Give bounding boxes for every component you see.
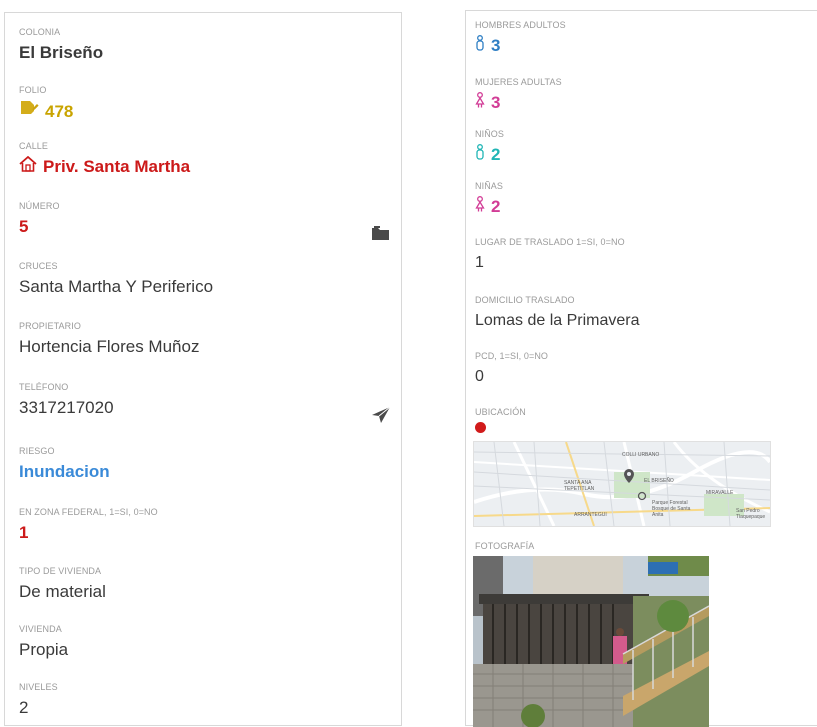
field-value: 478 [45,102,74,121]
field-label: RIESGO [19,446,55,456]
map-label: MIRAVALLE [706,490,734,496]
field-value: 3317217020 [19,398,114,417]
property-details-card: COLONIA El Briseño FOLIO 478 CALLE Priv.… [4,12,402,726]
red-dot-icon [475,422,486,433]
field-fotografia: FOTOGRAFÍA [475,541,803,556]
field-label: VIVIENDA [19,624,62,634]
field-value: Lomas de la Primavera [475,312,640,329]
field-hombres-adultos: HOMBRES ADULTOS 3 [475,20,803,57]
field-value: Propia [19,640,69,659]
field-label: FOTOGRAFÍA [475,541,535,551]
field-label: CALLE [19,141,49,151]
field-lugar-traslado: LUGAR DE TRASLADO 1=SI, 0=NO 1 [475,237,803,274]
field-label: TIPO DE VIVIENDA [19,566,102,576]
field-domicilio-traslado: DOMICILIO TRASLADO Lomas de la Primavera [475,295,803,332]
field-tipo-vivienda: TIPO DE VIVIENDA De material [19,566,387,603]
household-details-card: HOMBRES ADULTOS 3 MUJERES ADULTAS 3 NIÑO… [465,10,817,727]
field-label: MUJERES ADULTAS [475,77,562,87]
field-riesgo: RIESGO Inundacion [19,446,387,483]
field-label: PCD, 1=SI, 0=NO [475,351,549,361]
field-label: UBICACIÓN [475,407,526,417]
field-value: Priv. Santa Martha [43,157,191,176]
field-value: Hortencia Flores Muñoz [19,337,200,356]
field-value: El Briseño [19,43,104,62]
map-label: SANTA ANA TEPETITLAN [564,480,595,492]
field-label: DOMICILIO TRASLADO [475,295,575,305]
field-propietario: PROPIETARIO Hortencia Flores Muñoz [19,321,387,358]
field-label: TELÉFONO [19,382,69,392]
field-label: FOLIO [19,85,47,95]
field-calle: CALLE Priv. Santa Martha [19,141,387,178]
male-icon [475,144,485,166]
field-label: NIVELES [19,682,58,692]
field-mujeres-adultas: MUJERES ADULTAS 3 [475,77,803,114]
field-value: 3 [491,36,501,55]
female-icon [475,92,485,114]
field-ubicacion: UBICACIÓN [475,407,803,433]
send-icon[interactable] [371,406,391,429]
field-niveles: NIVELES 2 [19,682,387,719]
field-label: COLONIA [19,27,61,37]
field-pcd: PCD, 1=SI, 0=NO 0 [475,351,803,388]
field-label: HOMBRES ADULTOS [475,20,566,30]
field-folio: FOLIO 478 [19,85,387,124]
field-ninas: NIÑAS 2 [475,181,803,218]
field-colonia: COLONIA El Briseño [19,27,387,64]
field-numero: NÚMERO 5 [19,201,387,238]
house-photo[interactable] [473,556,709,727]
field-value: 3 [491,93,501,112]
field-label: CRUCES [19,261,58,271]
field-value: Inundacion [19,462,110,481]
map-thumbnail[interactable]: COLLI URBANO SANTA ANA TEPETITLAN EL BRI… [473,441,771,527]
field-value: 0 [475,368,484,385]
map-label: Parque Forestal Bosque de Santa Anita [652,500,691,518]
field-vivienda: VIVIENDA Propia [19,624,387,661]
house-icon [19,155,37,178]
map-label: EL BRISEÑO [644,478,674,484]
field-label: NÚMERO [19,201,60,211]
field-value: De material [19,582,106,601]
field-value: 5 [19,217,29,236]
field-cruces: CRUCES Santa Martha Y Periferico [19,261,387,298]
field-value: 2 [491,145,501,164]
field-value: 1 [475,254,484,271]
field-label: NIÑOS [475,129,505,139]
field-telefono: TELÉFONO 3317217020 [19,382,387,419]
field-label: NIÑAS [475,181,504,191]
field-label: LUGAR DE TRASLADO 1=SI, 0=NO [475,237,625,247]
field-value: 2 [491,197,501,216]
field-label: PROPIETARIO [19,321,81,331]
field-value: 1 [19,523,29,542]
edit-document-icon [19,100,39,124]
field-label: EN ZONA FEDERAL, 1=SI, 0=NO [19,507,158,517]
male-icon [475,35,485,57]
map-label: ARRANTEGUI [574,512,607,518]
field-value: 2 [19,698,29,717]
map-label: COLLI URBANO [622,452,660,458]
folder-icon[interactable] [371,225,391,246]
field-ninos: NIÑOS 2 [475,129,803,166]
field-value: Santa Martha Y Periferico [19,277,214,296]
field-zona-federal: EN ZONA FEDERAL, 1=SI, 0=NO 1 [19,507,387,544]
map-label: San Pedro Tlaquepaque [736,508,766,520]
female-icon [475,196,485,218]
